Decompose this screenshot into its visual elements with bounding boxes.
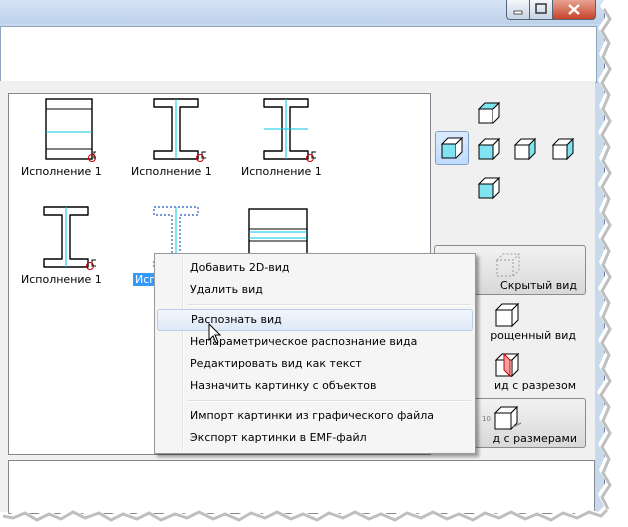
cube-bottom-icon	[477, 176, 501, 200]
view-front-button[interactable]	[435, 131, 469, 165]
orientation-panel	[432, 92, 592, 242]
view-label: Исполнение 1	[131, 165, 212, 178]
menu-item-recognize-view[interactable]: Распознать вид	[157, 309, 473, 331]
dimensions-view-label: д с размерами	[492, 432, 577, 445]
mouse-cursor-icon	[208, 323, 222, 344]
menu-separator	[187, 304, 471, 306]
menu-item-label: Назначить картинку с объектов	[190, 379, 377, 392]
section-view-label: ид с разрезом	[494, 379, 576, 392]
menu-item-label: Импорт картинки из графического файла	[190, 409, 435, 422]
view-left-button[interactable]	[472, 132, 506, 166]
view-bottom-button[interactable]	[472, 171, 506, 205]
cube-left-icon	[477, 137, 501, 161]
close-icon	[568, 4, 580, 15]
view-thumbnail[interactable]: Исполнение 1	[21, 97, 102, 178]
menu-item-delete-view[interactable]: Удалить вид	[157, 279, 471, 301]
maximize-icon	[535, 3, 547, 14]
menu-item-label: Распознать вид	[191, 313, 282, 326]
svg-text:10: 10	[482, 415, 491, 423]
view-thumbnail[interactable]: Исполнение 1	[241, 97, 322, 178]
close-button[interactable]	[552, 0, 596, 20]
context-menu: Добавить 2D-вид Удалить вид Распознать в…	[154, 253, 476, 454]
cube-right-icon	[551, 137, 575, 161]
dimensions-cube-icon: 10	[482, 405, 522, 431]
view-iso-button[interactable]	[508, 132, 542, 166]
cube-iso-icon	[513, 137, 537, 161]
menu-item-label: Редактировать вид как текст	[190, 357, 362, 370]
view-label: Исполнение 1	[21, 273, 102, 286]
menu-item-assign-picture[interactable]: Назначить картинку с объектов	[157, 375, 471, 397]
view-right-button[interactable]	[546, 132, 580, 166]
view-thumbnail[interactable]: Исполнение 1	[21, 205, 102, 286]
menu-item-label: Удалить вид	[190, 283, 263, 296]
simplified-view-label: рощенный вид	[490, 329, 576, 342]
i-beam-icon	[153, 98, 206, 162]
menu-item-import-picture[interactable]: Импорт картинки из графического файла	[157, 405, 471, 427]
view-label: Исполнение 1	[241, 165, 322, 178]
description-panel[interactable]	[8, 460, 595, 514]
hidden-cube-icon	[495, 253, 521, 277]
menu-item-edit-as-text[interactable]: Редактировать вид как текст	[157, 353, 471, 375]
i-beam-icon	[263, 98, 316, 162]
menu-item-label: Непараметрическое распознание вида	[190, 335, 418, 348]
i-beam-icon	[43, 206, 96, 270]
menu-item-label: Экспорт картинки в EMF-файл	[190, 431, 367, 444]
toolbar-area	[0, 26, 597, 83]
view-thumbnail[interactable]: Исполнение 1	[131, 97, 212, 178]
minimize-icon	[513, 10, 523, 15]
hidden-view-label: Скрытый вид	[500, 279, 577, 292]
menu-item-nonparametric-recognition[interactable]: Непараметрическое распознание вида	[157, 331, 471, 353]
section-cube-icon	[494, 352, 520, 378]
view-top-button[interactable]	[472, 96, 506, 130]
cube-front-icon	[440, 136, 464, 159]
menu-item-label: Добавить 2D-вид	[190, 261, 290, 274]
menu-item-export-emf[interactable]: Экспорт картинки в EMF-файл	[157, 427, 471, 449]
menu-item-add-2d-view[interactable]: Добавить 2D-вид	[157, 257, 471, 279]
plain-view-icon	[45, 98, 96, 162]
view-label: Исполнение 1	[21, 165, 102, 178]
menu-separator	[187, 400, 471, 402]
cube-top-icon	[477, 101, 501, 124]
minimize-button[interactable]	[506, 0, 530, 20]
simplified-cube-icon	[494, 302, 520, 328]
maximize-button[interactable]	[529, 0, 553, 20]
